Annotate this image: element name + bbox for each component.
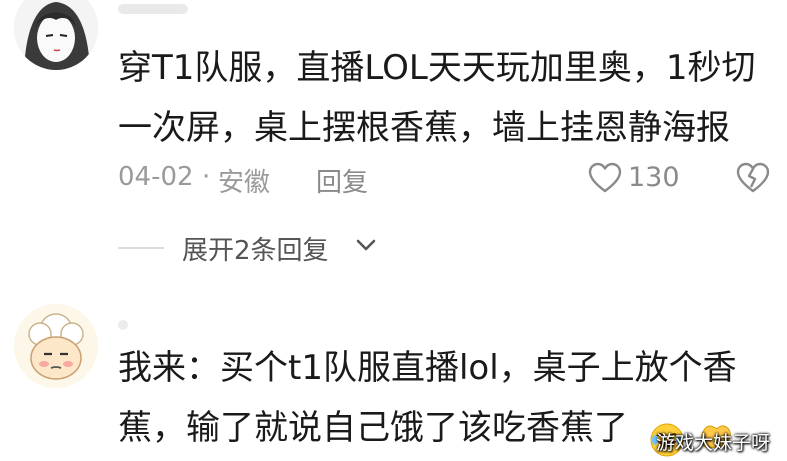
comment-location: 安徽	[218, 168, 271, 198]
chevron-down-icon[interactable]	[356, 238, 376, 252]
comment-item: 穿T1队服，直播LOL天天玩加里奥，1秒切一次屏，桌上摆根香蕉，墙上挂恩静海报 …	[0, 0, 787, 290]
reply-button[interactable]: 回复	[316, 162, 368, 199]
avatar[interactable]	[14, 0, 98, 70]
comment-date: 04-02	[118, 162, 194, 192]
expand-divider	[118, 247, 164, 249]
broken-heart-icon	[736, 162, 770, 193]
comment-text: 穿T1队服，直播LOL天天玩加里奥，1秒切一次屏，桌上摆根香蕉，墙上挂恩静海报	[118, 48, 756, 148]
avatar[interactable]	[14, 304, 98, 388]
meta-separator: ·	[202, 162, 211, 192]
anime-avatar-icon	[14, 0, 98, 70]
watermark-text: 游戏大妹子呀	[656, 432, 771, 454]
expand-replies-label[interactable]: 展开2条回复	[182, 230, 329, 267]
watermark: 游戏大妹子呀	[640, 418, 787, 461]
like-count: 130	[628, 162, 680, 193]
dislike-button[interactable]	[736, 162, 770, 201]
sheep-avatar-icon	[14, 304, 98, 388]
comment-meta: 04-02 · 安徽 回复 130	[118, 160, 770, 201]
username-stub	[118, 320, 128, 330]
expand-replies[interactable]: 展开2条回复	[118, 228, 518, 268]
heart-icon	[588, 162, 622, 193]
username-stub	[118, 4, 188, 14]
